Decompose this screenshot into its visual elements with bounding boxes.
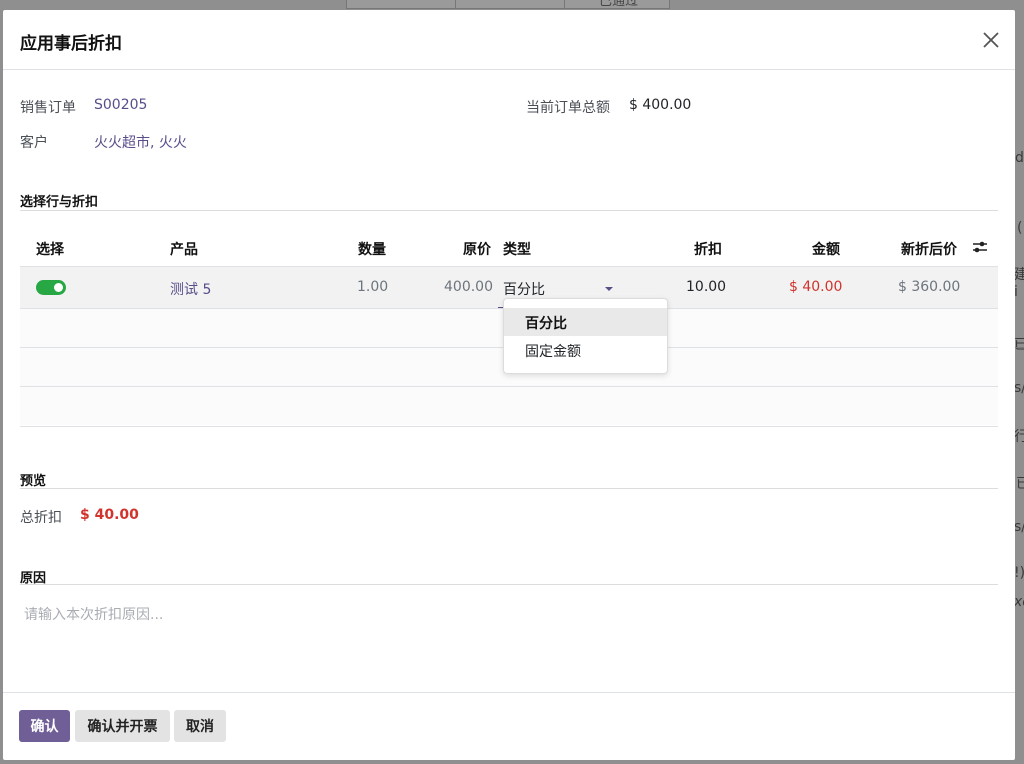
preview-section-title: 预览 (20, 474, 47, 489)
order-link[interactable]: S00205 (94, 97, 147, 113)
lines-section-title: 选择行与折扣 (20, 195, 99, 210)
discount-dialog: 应用事后折扣 销售订单 S00205 客户 火火超市, 火火 当前订单总额 $ … (3, 10, 1015, 760)
price-cell: 400.00 (444, 279, 493, 295)
dialog-title: 应用事后折扣 (20, 34, 122, 54)
order-total-value: $ 400.00 (629, 97, 692, 113)
empty-row (20, 387, 998, 425)
type-select[interactable]: 百分比 (503, 279, 545, 299)
reason-input[interactable] (20, 600, 1006, 630)
header-select[interactable]: 选择 (36, 239, 64, 259)
total-discount-label: 总折扣 (20, 510, 62, 526)
background-text: d (1015, 150, 1024, 166)
discount-input[interactable]: 10.00 (686, 279, 726, 295)
background-tab (455, 0, 565, 9)
order-label: 销售订单 (20, 100, 76, 116)
dropdown-option-percent[interactable]: 百分比 (504, 308, 667, 336)
product-link[interactable]: 测试 5 (170, 279, 211, 299)
row-divider (20, 426, 998, 427)
type-dropdown-menu: 百分比 固定金额 (503, 298, 668, 374)
section-divider (20, 488, 998, 489)
qty-cell: 1.00 (357, 279, 389, 295)
background-tab-label: 已通过 (599, 0, 639, 9)
header-qty[interactable]: 数量 (358, 239, 386, 259)
new-price-cell: $ 360.00 (898, 279, 961, 295)
close-icon (983, 32, 999, 48)
background-tab (346, 0, 456, 9)
background-text: 行. (1014, 429, 1024, 445)
customer-link[interactable]: 火火超市, 火火 (94, 132, 187, 152)
close-button[interactable] (979, 28, 1003, 52)
customer-label: 客户 (20, 135, 48, 151)
footer-divider (3, 692, 1015, 693)
sliders-icon (973, 241, 987, 253)
confirm-and-invoice-button[interactable]: 确认并开票 (75, 710, 170, 742)
background-text: !) (1014, 565, 1024, 581)
toggle-knob (54, 283, 63, 292)
background-text: s/C (1014, 380, 1024, 396)
total-discount-value: $ 40.00 (80, 507, 139, 523)
dropdown-option-label: 百分比 (525, 316, 567, 332)
background-text: xc (1014, 594, 1024, 610)
order-total-label: 当前订单总额 (526, 100, 610, 116)
confirm-button[interactable]: 确认 (19, 710, 70, 742)
background-text: 建i (1014, 267, 1024, 300)
chevron-down-icon[interactable] (605, 287, 613, 291)
dropdown-option-fixed[interactable]: 固定金额 (504, 336, 667, 364)
header-type[interactable]: 类型 (503, 239, 531, 259)
section-divider (20, 210, 998, 211)
column-settings-button[interactable] (972, 239, 988, 255)
header-amount[interactable]: 金额 (812, 239, 840, 259)
dropdown-option-label: 固定金额 (525, 344, 581, 360)
background-text: s/C (1014, 519, 1024, 535)
cancel-button[interactable]: 取消 (174, 710, 226, 742)
background-text: 已 (1014, 337, 1024, 353)
section-divider (20, 584, 998, 585)
select-toggle[interactable] (36, 280, 66, 295)
dialog-header: 应用事后折扣 (3, 10, 1015, 70)
background-tab: 已通过 (564, 0, 670, 9)
amount-cell: $ 40.00 (789, 279, 843, 295)
background-text: 已 (1016, 476, 1024, 492)
header-product[interactable]: 产品 (170, 239, 198, 259)
header-price[interactable]: 原价 (463, 239, 491, 259)
header-discount[interactable]: 折扣 (694, 239, 722, 259)
background-text: ( (1017, 220, 1023, 236)
header-new-price[interactable]: 新折后价 (901, 239, 957, 259)
